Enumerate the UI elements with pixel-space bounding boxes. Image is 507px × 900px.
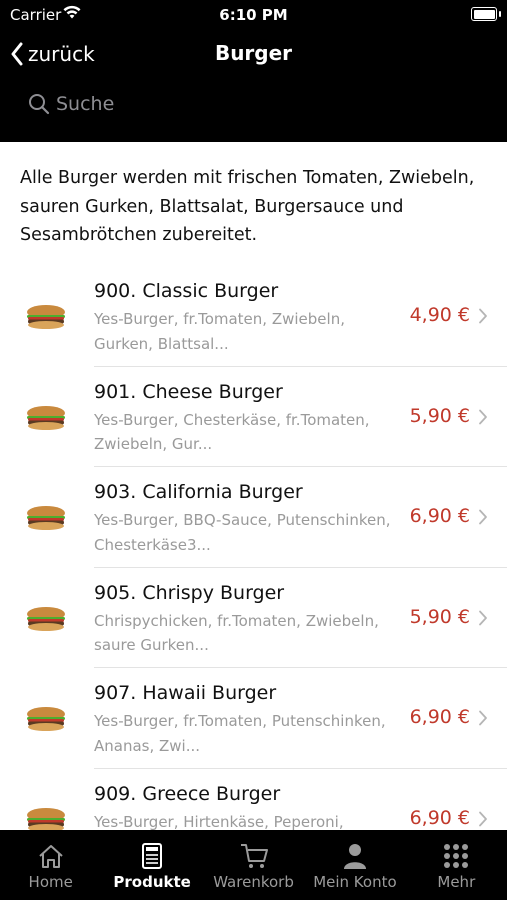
product-price: 4,90 €	[409, 304, 470, 326]
person-icon	[304, 840, 405, 872]
home-icon	[0, 840, 101, 872]
menu-card-icon	[101, 840, 202, 872]
nav-bar: zurück Burger	[0, 36, 507, 72]
burger-thumbnail	[24, 706, 68, 732]
product-row[interactable]: 907. Hawaii Burger Yes-Burger, fr.Tomate…	[0, 668, 507, 769]
search-placeholder: Suche	[56, 93, 115, 115]
product-price: 5,90 €	[409, 605, 470, 628]
tab-label: Mein Konto	[313, 873, 397, 891]
product-description: Yes-Burger, fr.Tomaten, Putenschinken, A…	[94, 712, 386, 755]
product-description: Yes-Burger, fr.Tomaten, Zwiebeln, Gurken…	[94, 310, 345, 353]
product-row[interactable]: 901. Cheese Burger Yes-Burger, Chesterkä…	[0, 367, 507, 468]
header: Carrier 6:10 PM zurück Burger Suche	[0, 0, 507, 142]
tab-produkte[interactable]: Produkte	[101, 830, 202, 900]
product-row[interactable]: 903. California Burger Yes-Burger, BBQ-S…	[0, 467, 507, 568]
battery-icon	[471, 7, 501, 21]
product-price: 6,90 €	[409, 806, 470, 829]
tab-label: Produkte	[113, 873, 191, 891]
tab-label: Home	[28, 873, 73, 891]
status-bar: Carrier 6:10 PM	[0, 0, 507, 30]
cart-icon	[203, 840, 304, 872]
product-row[interactable]: 905. Chrispy Burger Chrispychicken, fr.T…	[0, 568, 507, 669]
back-label: zurück	[28, 42, 95, 66]
product-row[interactable]: 900. Classic Burger Yes-Burger, fr.Tomat…	[0, 266, 507, 367]
tab-mein-konto[interactable]: Mein Konto	[304, 830, 405, 900]
product-list: 900. Classic Burger Yes-Burger, fr.Tomat…	[0, 266, 507, 870]
product-name: 909. Greece Burger	[94, 782, 281, 805]
product-price: 6,90 €	[409, 706, 470, 729]
chevron-right-icon	[478, 710, 488, 730]
chevron-left-icon	[11, 42, 23, 66]
product-name: 907. Hawaii Burger	[94, 682, 277, 705]
chevron-right-icon	[478, 811, 488, 831]
tab-home[interactable]: Home	[0, 830, 101, 900]
status-time: 6:10 PM	[219, 6, 288, 24]
category-description: Alle Burger werden mit frischen Tomaten,…	[20, 168, 475, 245]
product-name: 903. California Burger	[94, 481, 303, 504]
chevron-right-icon	[478, 409, 488, 429]
burger-thumbnail	[24, 505, 68, 531]
tab-warenkorb[interactable]: Warenkorb	[203, 830, 304, 900]
product-price: 5,90 €	[409, 404, 470, 427]
tab-mehr[interactable]: Mehr	[406, 830, 507, 900]
product-description: Yes-Burger, Chesterkäse, fr.Tomaten, Zwi…	[94, 410, 370, 454]
product-name: 905. Chrispy Burger	[94, 581, 285, 604]
product-price: 6,90 €	[409, 505, 470, 528]
chevron-right-icon	[478, 308, 488, 328]
product-description: Yes-Burger, BBQ-Sauce, Putenschinken, Ch…	[94, 511, 391, 554]
tab-bar: Home Produkte Warenkorb Mein Konto Mehr	[0, 830, 507, 900]
tab-label: Mehr	[437, 873, 476, 891]
grid-icon	[406, 840, 507, 872]
product-description: Chrispychicken, fr.Tomaten, Zwiebeln, sa…	[94, 611, 379, 655]
search-icon	[29, 94, 50, 115]
tab-label: Warenkorb	[213, 873, 294, 891]
product-name: 901. Cheese Burger	[94, 380, 283, 403]
burger-thumbnail	[24, 606, 68, 632]
product-name: 900. Classic Burger	[94, 280, 279, 302]
search-input[interactable]: Suche	[28, 89, 114, 119]
chevron-right-icon	[478, 610, 488, 630]
burger-thumbnail	[24, 304, 68, 330]
back-button[interactable]: zurück	[10, 36, 95, 72]
chevron-right-icon	[478, 509, 488, 529]
burger-thumbnail	[24, 405, 68, 431]
